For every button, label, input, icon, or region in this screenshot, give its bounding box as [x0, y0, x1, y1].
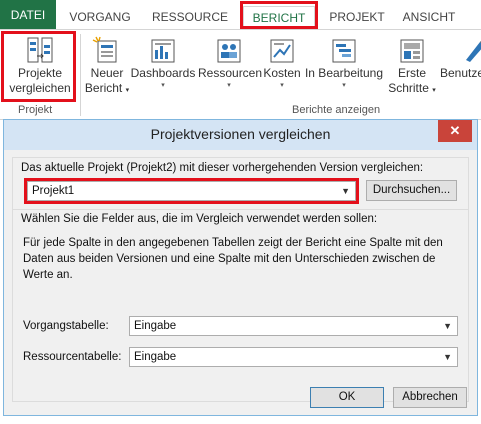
tab-bericht[interactable]: BERICHT	[243, 6, 315, 28]
resource-table-select[interactable]: Eingabe ▼	[129, 347, 458, 367]
new-report-button[interactable]: Neuer Bericht ▾	[84, 32, 130, 102]
first-steps-button[interactable]: Erste Schritte ▾	[386, 32, 438, 102]
chevron-down-icon[interactable]: ▼	[341, 182, 350, 200]
compare-projects-icon	[27, 37, 53, 63]
dialog-title: Projektversionen vergleichen	[150, 126, 331, 142]
costs-chevron-down-icon: ▾	[280, 82, 284, 89]
tab-ansicht[interactable]: ANSICHT	[396, 6, 462, 28]
group-label-projekt: Projekt	[18, 104, 53, 116]
task-table-label: Vorgangstabelle:	[23, 320, 109, 332]
group-divider	[80, 34, 81, 116]
resource-table-label: Ressourcentabelle:	[23, 351, 122, 363]
costs-button[interactable]: Kosten ▾	[262, 32, 302, 102]
section-divider	[12, 209, 469, 210]
ribbon-panel: Projekte vergleichen Projekt Neuer Beric…	[0, 29, 481, 120]
first-steps-label-1: Erste	[397, 66, 426, 80]
new-report-label-1: Neuer	[90, 66, 124, 80]
dashboards-label: Dashboards	[130, 66, 196, 80]
dashboards-icon	[151, 39, 175, 63]
app-window: { "ribbon": { "tabs": ["DATEI", "VORGANG…	[0, 0, 481, 424]
task-table-value: Eingabe	[134, 320, 177, 332]
chevron-down-icon[interactable]: ▼	[443, 317, 452, 335]
close-button[interactable]: ✕	[438, 120, 472, 142]
first-steps-icon	[400, 39, 424, 63]
chevron-down-icon[interactable]: ▼	[443, 348, 452, 366]
previous-version-value: Projekt1	[32, 185, 75, 197]
task-table-select[interactable]: Eingabe ▼	[129, 316, 458, 336]
cancel-button[interactable]: Abbrechen	[393, 387, 467, 408]
group-label-berichte-anzeigen: Berichte anzeigen	[292, 104, 381, 116]
costs-icon	[270, 39, 294, 63]
resource-table-value: Eingabe	[134, 351, 177, 363]
tab-projekt[interactable]: PROJEKT	[320, 6, 394, 28]
close-icon: ✕	[449, 123, 461, 138]
in-progress-button[interactable]: In Bearbeitung ▾	[303, 32, 385, 102]
in-progress-icon	[332, 39, 356, 63]
description-text: Für jede Spalte in den angegebenen Tabel…	[23, 237, 443, 281]
resources-chevron-down-icon: ▾	[227, 82, 231, 89]
dialog-titlebar[interactable]: Projektversionen vergleichen ✕	[4, 120, 477, 150]
ribbon-tab-bar: DATEI VORGANG RESSOURCE BERICHT PROJEKT …	[0, 0, 481, 30]
tab-ressource[interactable]: RESSOURCE	[146, 6, 234, 28]
browse-button[interactable]: Durchsuchen...	[366, 180, 457, 201]
resources-button[interactable]: Ressourcen ▾	[198, 32, 263, 102]
resources-label: Ressourcen	[198, 66, 263, 80]
user-defined-icon	[466, 41, 481, 62]
dashboards-button[interactable]: Dashboards ▾	[130, 32, 196, 102]
new-report-label-2: Bericht ▾	[84, 81, 130, 95]
compare-projects-button[interactable]: Projekte vergleichen	[4, 32, 76, 102]
first-steps-label-2: Schritte ▾	[388, 81, 436, 95]
user-defined-button[interactable]: Benutze	[440, 32, 481, 102]
user-defined-label: Benutze	[440, 66, 481, 80]
new-report-icon	[92, 36, 117, 63]
compare-label-1: Projekte	[17, 66, 63, 80]
previous-version-combobox[interactable]: Projekt1 ▼	[27, 181, 356, 201]
compare-versions-dialog: Projektversionen vergleichen ✕ Das aktue…	[3, 119, 478, 416]
compare-prompt: Das aktuelle Projekt (Projekt2) mit dies…	[21, 162, 424, 174]
resources-icon	[217, 39, 241, 63]
tab-datei[interactable]: DATEI	[0, 0, 56, 30]
tab-vorgang[interactable]: VORGANG	[62, 6, 138, 28]
in-progress-chevron-down-icon: ▾	[342, 82, 346, 89]
dashboards-chevron-down-icon: ▾	[161, 82, 165, 89]
ok-button[interactable]: OK	[310, 387, 384, 408]
costs-label: Kosten	[263, 66, 301, 80]
compare-label-2: vergleichen	[9, 81, 71, 95]
fields-heading: Wählen Sie die Felder aus, die im Vergle…	[21, 213, 378, 225]
in-progress-label: In Bearbeitung	[304, 66, 384, 80]
